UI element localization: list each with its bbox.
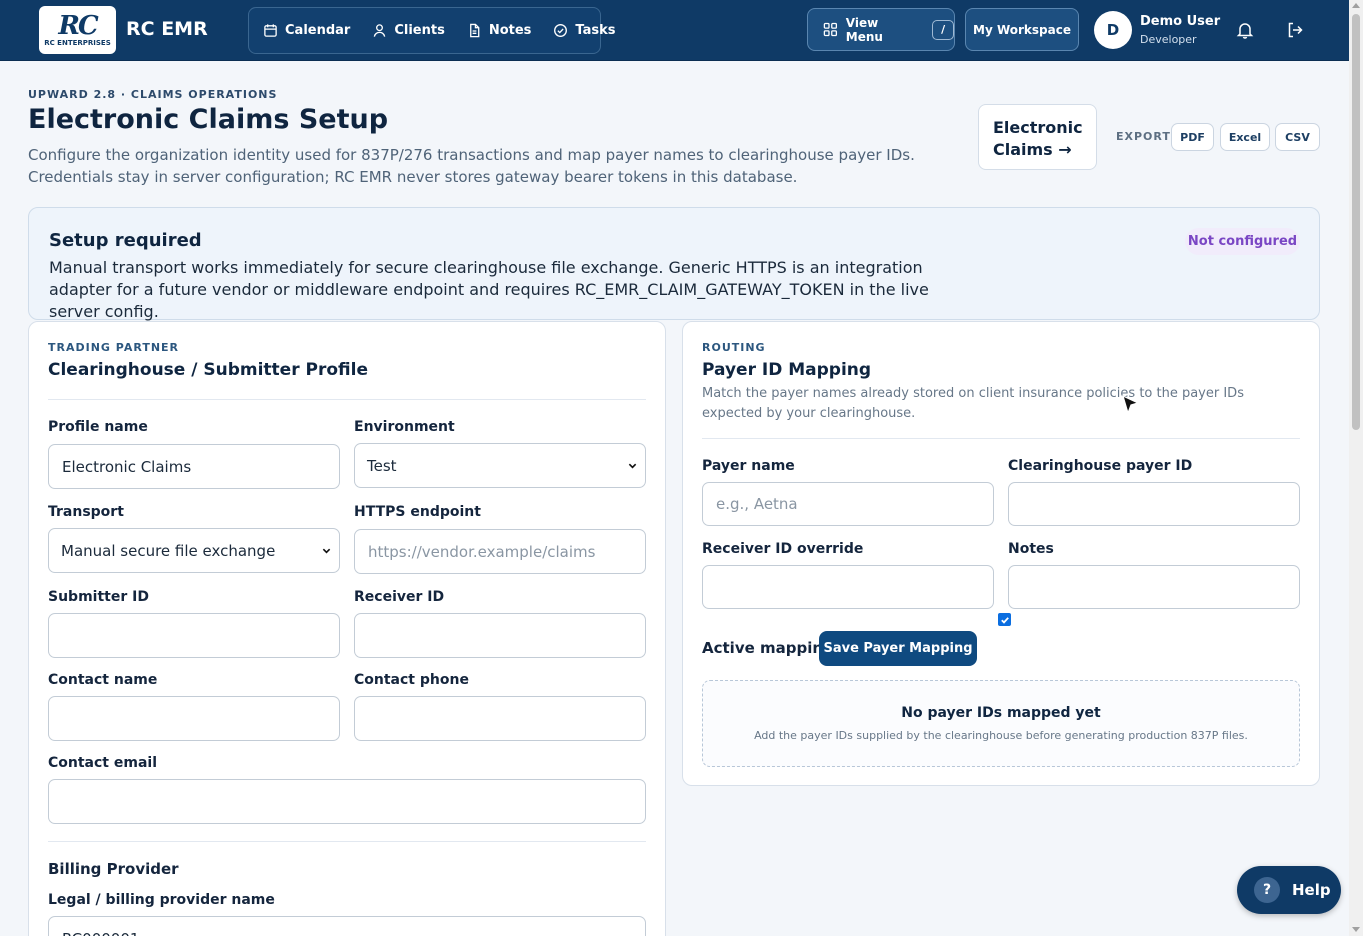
empty-state-text: Add the payer IDs supplied by the cleari… (754, 729, 1248, 742)
setup-required-banner: Setup required Manual transport works im… (28, 207, 1320, 321)
mouse-cursor-icon (1122, 394, 1140, 415)
notes-label: Notes (1008, 541, 1054, 557)
export-excel-button[interactable]: Excel (1220, 123, 1270, 151)
primary-nav: Calendar Clients Notes Tasks (248, 7, 616, 54)
clearinghouse-payer-id-input[interactable] (1008, 482, 1300, 526)
calendar-icon (264, 24, 277, 37)
payer-name-input[interactable] (702, 482, 994, 526)
notes-input[interactable] (1008, 565, 1300, 609)
logout-icon[interactable] (1286, 21, 1304, 39)
submitter-id-label: Submitter ID (48, 589, 149, 605)
transport-value: Manual secure file exchange (61, 541, 276, 560)
check-circle-icon (554, 24, 568, 37)
nav-clients[interactable]: Clients (372, 23, 445, 38)
grid-icon (823, 22, 838, 37)
payer-mapping-description: Match the payer names already stored on … (702, 386, 1244, 421)
brand-name: RC EMR (126, 18, 208, 40)
submitter-profile-title: Clearinghouse / Submitter Profile (48, 360, 368, 380)
logo-mark: RC (58, 10, 98, 41)
submitter-id-input[interactable] (48, 613, 340, 658)
electronic-claims-link[interactable]: Electronic Claims → (978, 104, 1097, 170)
environment-value: Test (367, 456, 397, 475)
view-menu-button[interactable]: View Menu / (807, 8, 955, 51)
contact-name-label: Contact name (48, 672, 158, 688)
clearinghouse-payer-id-label: Clearinghouse payer ID (1008, 458, 1193, 474)
routing-eyebrow: ROUTING (702, 341, 766, 354)
chevron-down-icon (322, 548, 331, 554)
receiver-id-input[interactable] (354, 613, 646, 658)
user-role: Developer (1140, 33, 1197, 46)
trading-partner-eyebrow: TRADING PARTNER (48, 341, 180, 354)
nav-calendar[interactable]: Calendar (263, 23, 350, 38)
nav-calendar-label: Calendar (285, 23, 351, 38)
avatar[interactable]: D (1094, 11, 1132, 49)
billing-name-label: Legal / billing provider name (48, 892, 275, 908)
contact-email-label: Contact email (48, 755, 157, 771)
billing-provider-heading: Billing Provider (48, 860, 179, 878)
help-button[interactable]: ? Help (1237, 866, 1341, 914)
user-icon (374, 24, 386, 37)
profile-name-input[interactable] (48, 444, 340, 489)
active-mapping-label: Active mapping (702, 639, 834, 657)
page-description: Configure the organization identity used… (28, 146, 915, 186)
top-navigation-bar: RC RC ENTERPRISES RC EMR Calendar Client… (0, 0, 1349, 61)
status-badge: Not configured (1185, 228, 1300, 255)
https-endpoint-label: HTTPS endpoint (354, 504, 481, 520)
contact-email-input[interactable] (48, 779, 646, 824)
page-scrollbar[interactable] (1349, 0, 1363, 936)
payer-mapping-title: Payer ID Mapping (702, 360, 872, 380)
export-label: EXPORT (1116, 130, 1171, 143)
checkmark-icon (1000, 616, 1009, 624)
banner-text: Manual transport works immediately for s… (49, 258, 929, 321)
logo-subtitle: RC ENTERPRISES (44, 38, 111, 47)
nav-clients-label: Clients (394, 23, 445, 38)
nav-notes[interactable]: Notes (467, 23, 532, 38)
environment-label: Environment (354, 419, 455, 435)
https-endpoint-input[interactable] (354, 529, 646, 574)
transport-select[interactable]: Manual secure file exchange (48, 528, 340, 573)
payer-name-label: Payer name (702, 458, 795, 474)
contact-phone-label: Contact phone (354, 672, 469, 688)
receiver-override-label: Receiver ID override (702, 541, 864, 557)
save-payer-mapping-button[interactable]: Save Payer Mapping (819, 631, 977, 666)
profile-name-label: Profile name (48, 419, 148, 435)
export-pdf-button[interactable]: PDF (1171, 123, 1214, 151)
my-workspace-button[interactable]: My Workspace (965, 8, 1079, 51)
question-icon: ? (1254, 877, 1280, 903)
scroll-up-arrow-icon[interactable] (1352, 3, 1360, 8)
bell-icon[interactable] (1236, 21, 1254, 39)
empty-state-title: No payer IDs mapped yet (901, 705, 1101, 721)
receiver-override-input[interactable] (702, 565, 994, 609)
contact-phone-input[interactable] (354, 696, 646, 741)
view-menu-label: View Menu (845, 15, 883, 44)
banner-title: Setup required (49, 230, 202, 251)
chevron-down-icon (628, 463, 637, 469)
nav-tasks-label: Tasks (575, 23, 616, 38)
scrollbar-thumb[interactable] (1352, 14, 1360, 430)
export-csv-button[interactable]: CSV (1275, 123, 1320, 151)
scroll-down-arrow-icon[interactable] (1352, 927, 1360, 932)
section-divider (702, 438, 1300, 439)
help-label: Help (1292, 881, 1331, 899)
transport-label: Transport (48, 504, 124, 520)
section-divider (48, 841, 646, 842)
document-icon (469, 23, 480, 38)
user-name: Demo User (1140, 14, 1221, 29)
receiver-id-label: Receiver ID (354, 589, 445, 605)
active-mapping-checkbox[interactable] (998, 613, 1011, 626)
empty-state: No payer IDs mapped yet Add the payer ID… (702, 680, 1300, 767)
app-logo[interactable]: RC RC ENTERPRISES (39, 6, 116, 54)
nav-tasks[interactable]: Tasks (553, 23, 616, 38)
environment-select[interactable]: Test (354, 443, 646, 488)
page-title: Electronic Claims Setup (28, 104, 389, 135)
keyboard-shortcut-hint: / (932, 19, 954, 40)
section-divider (48, 399, 646, 400)
page-eyebrow: UPWARD 2.8 · CLAIMS OPERATIONS (28, 88, 278, 101)
nav-notes-label: Notes (488, 23, 532, 38)
contact-name-input[interactable] (48, 696, 340, 741)
billing-name-input[interactable] (48, 916, 646, 936)
